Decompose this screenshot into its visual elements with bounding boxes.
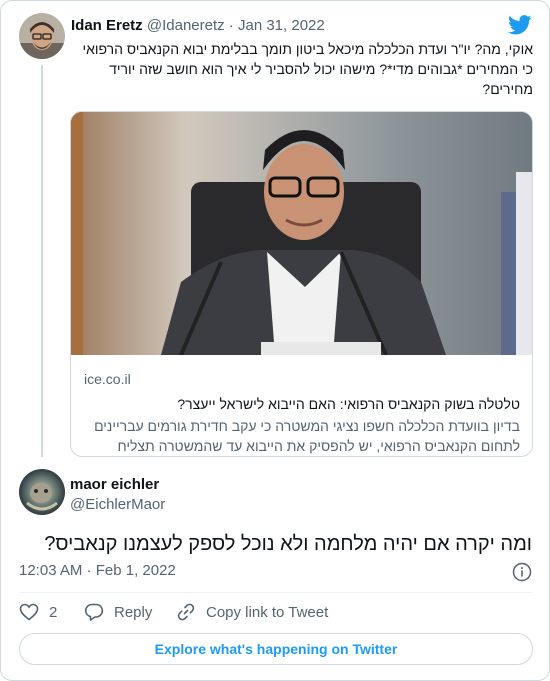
link-domain: ice.co.il — [84, 371, 131, 387]
reply-button[interactable]: Reply — [84, 600, 152, 624]
copy-link-label: Copy link to Tweet — [206, 603, 329, 621]
like-button[interactable]: 2 — [19, 600, 57, 624]
info-icon[interactable] — [512, 562, 532, 582]
link-preview-image[interactable] — [71, 112, 532, 355]
link-description-line: לתחום הקנאביס הרפואי, יש להפסיק את הייבו… — [117, 438, 520, 454]
header-separator: · — [228, 17, 234, 34]
like-count: 2 — [49, 603, 58, 621]
reply-author-avatar[interactable] — [19, 469, 65, 515]
tweet-text-line: כי המחירים *גבוהים מדי*? מישהו יכול להסב… — [109, 61, 533, 77]
reply-text: ומה יקרה אם יהיה מלחמה ולא נוכל לספק לעצ… — [44, 533, 532, 555]
tweet-text-line: מחירים? — [482, 81, 533, 97]
link-icon — [177, 603, 195, 621]
reply-author-name[interactable]: maor eichler — [70, 476, 159, 493]
tweet-date[interactable]: Jan 31, 2022 — [238, 17, 325, 34]
tweet-text: אוקי, מה? יו"ר ועדת הכלכלה מיכאל ביטון ת… — [71, 39, 533, 99]
tweet-embed-card: Idan Eretz @Idaneretz · Jan 31, 2022 אוק… — [0, 0, 550, 681]
reply-label: Reply — [114, 603, 153, 621]
author-name[interactable]: Idan Eretz — [71, 17, 143, 34]
author-avatar[interactable] — [19, 13, 65, 59]
link-description: בדיון בוועדת הכלכלה חשפו נציגי המשטרה כי… — [80, 416, 520, 456]
reply-bubble-icon — [84, 603, 104, 621]
author-handle[interactable]: @Idaneretz — [147, 17, 225, 34]
tweet-text-line: אוקי, מה? יו"ר ועדת הכלכלה מיכאל ביטון ת… — [82, 41, 533, 57]
tweet-header: Idan Eretz @Idaneretz · Jan 31, 2022 — [71, 17, 325, 34]
heart-icon — [19, 603, 39, 621]
copy-link-button[interactable]: Copy link to Tweet — [176, 600, 328, 624]
link-title: טלטלה בשוק הקנאביס הרפואי: האם הייבוא לי… — [177, 396, 520, 412]
thread-connector-line — [41, 65, 43, 457]
reply-timestamp[interactable]: 12:03 AM · Feb 1, 2022 — [19, 562, 176, 579]
link-preview-card[interactable]: ice.co.il טלטלה בשוק הקנאביס הרפואי: האם… — [70, 111, 533, 457]
twitter-bird-icon[interactable] — [508, 15, 532, 35]
link-description-line: בדיון בוועדת הכלכלה חשפו נציגי המשטרה כי… — [94, 418, 520, 434]
explore-label: Explore what's happening on Twitter — [154, 641, 398, 657]
divider — [19, 592, 533, 593]
explore-twitter-button[interactable]: Explore what's happening on Twitter — [19, 633, 533, 665]
reply-author-handle[interactable]: @EichlerMaor — [70, 496, 165, 513]
